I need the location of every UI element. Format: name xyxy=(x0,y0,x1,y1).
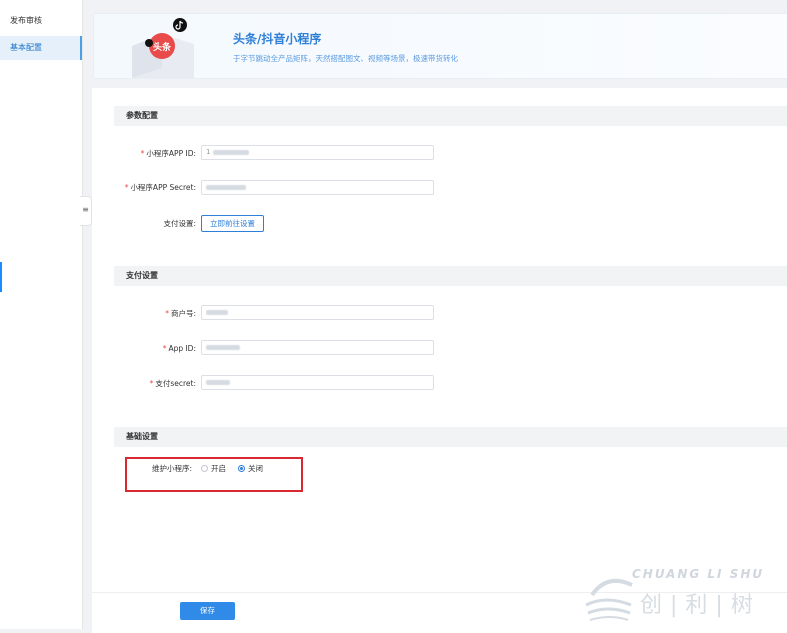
app-secret-label: * 小程序APP Secret: xyxy=(124,183,196,192)
save-button[interactable]: 保存 xyxy=(180,602,235,620)
section-basic-header: 基础设置 xyxy=(114,427,787,447)
masked-value xyxy=(206,184,246,190)
sidebar-item-publish-review[interactable]: 发布审核 xyxy=(0,9,82,33)
section-params-header: 参数配置 xyxy=(114,106,787,126)
pay-app-id-label: * App ID: xyxy=(162,344,196,353)
watermark: CHUANG LI SHU 创|利|树 xyxy=(582,561,787,629)
watermark-latin: CHUANG LI SHU xyxy=(632,567,765,581)
sidebar: 发布审核 基本配置 xyxy=(0,0,83,629)
merchant-id-input[interactable] xyxy=(201,305,434,320)
banner-subtitle: 于字节跳动全产品矩阵，天然搭配图文、视频等场景，极速带货转化 xyxy=(233,54,458,63)
app-id-input[interactable]: 1 xyxy=(201,145,434,160)
app-secret-input[interactable] xyxy=(201,180,434,195)
pay-secret-input[interactable] xyxy=(201,375,434,390)
banner: 头条 头条/抖音小程序 于字节跳动全产品矩阵，天然搭配图文、视频等场景，极速带货… xyxy=(93,13,787,79)
masked-value xyxy=(212,149,249,155)
watermark-cn: 创|利|树 xyxy=(640,593,761,618)
highlight-annotation xyxy=(125,457,303,492)
masked-value xyxy=(206,344,240,350)
pay-setting-label: 支付设置: xyxy=(163,219,196,228)
menu-icon: ≡ xyxy=(82,205,89,214)
pay-secret-label: * 支付secret: xyxy=(149,379,196,388)
sidebar-item-label: 基本配置 xyxy=(10,43,42,52)
banner-title: 头条/抖音小程序 xyxy=(233,32,322,46)
collapse-sidebar-button[interactable]: ≡ xyxy=(80,196,92,226)
douyin-illustration-icon: 头条 xyxy=(132,18,194,78)
app-id-label: * 小程序APP ID: xyxy=(140,149,196,158)
merchant-id-label: * 商户号: xyxy=(165,309,196,318)
pay-app-id-input[interactable] xyxy=(201,340,434,355)
masked-value xyxy=(206,309,228,315)
masked-value xyxy=(206,379,230,385)
sidebar-item-basic-config[interactable]: 基本配置 xyxy=(0,36,82,60)
active-indicator xyxy=(0,262,2,292)
section-title: 基础设置 xyxy=(126,432,158,441)
banner-badge-text: 头条 xyxy=(153,41,172,53)
section-payment-header: 支付设置 xyxy=(114,266,787,286)
section-title: 参数配置 xyxy=(126,111,158,120)
sidebar-item-label: 发布审核 xyxy=(10,16,42,25)
config-card: 参数配置 * 小程序APP ID: 1 * 小程序APP Secret: 支付设置:… xyxy=(92,88,787,633)
section-title: 支付设置 xyxy=(126,271,158,280)
go-to-pay-settings-button[interactable]: 立即前往设置 xyxy=(201,215,264,232)
